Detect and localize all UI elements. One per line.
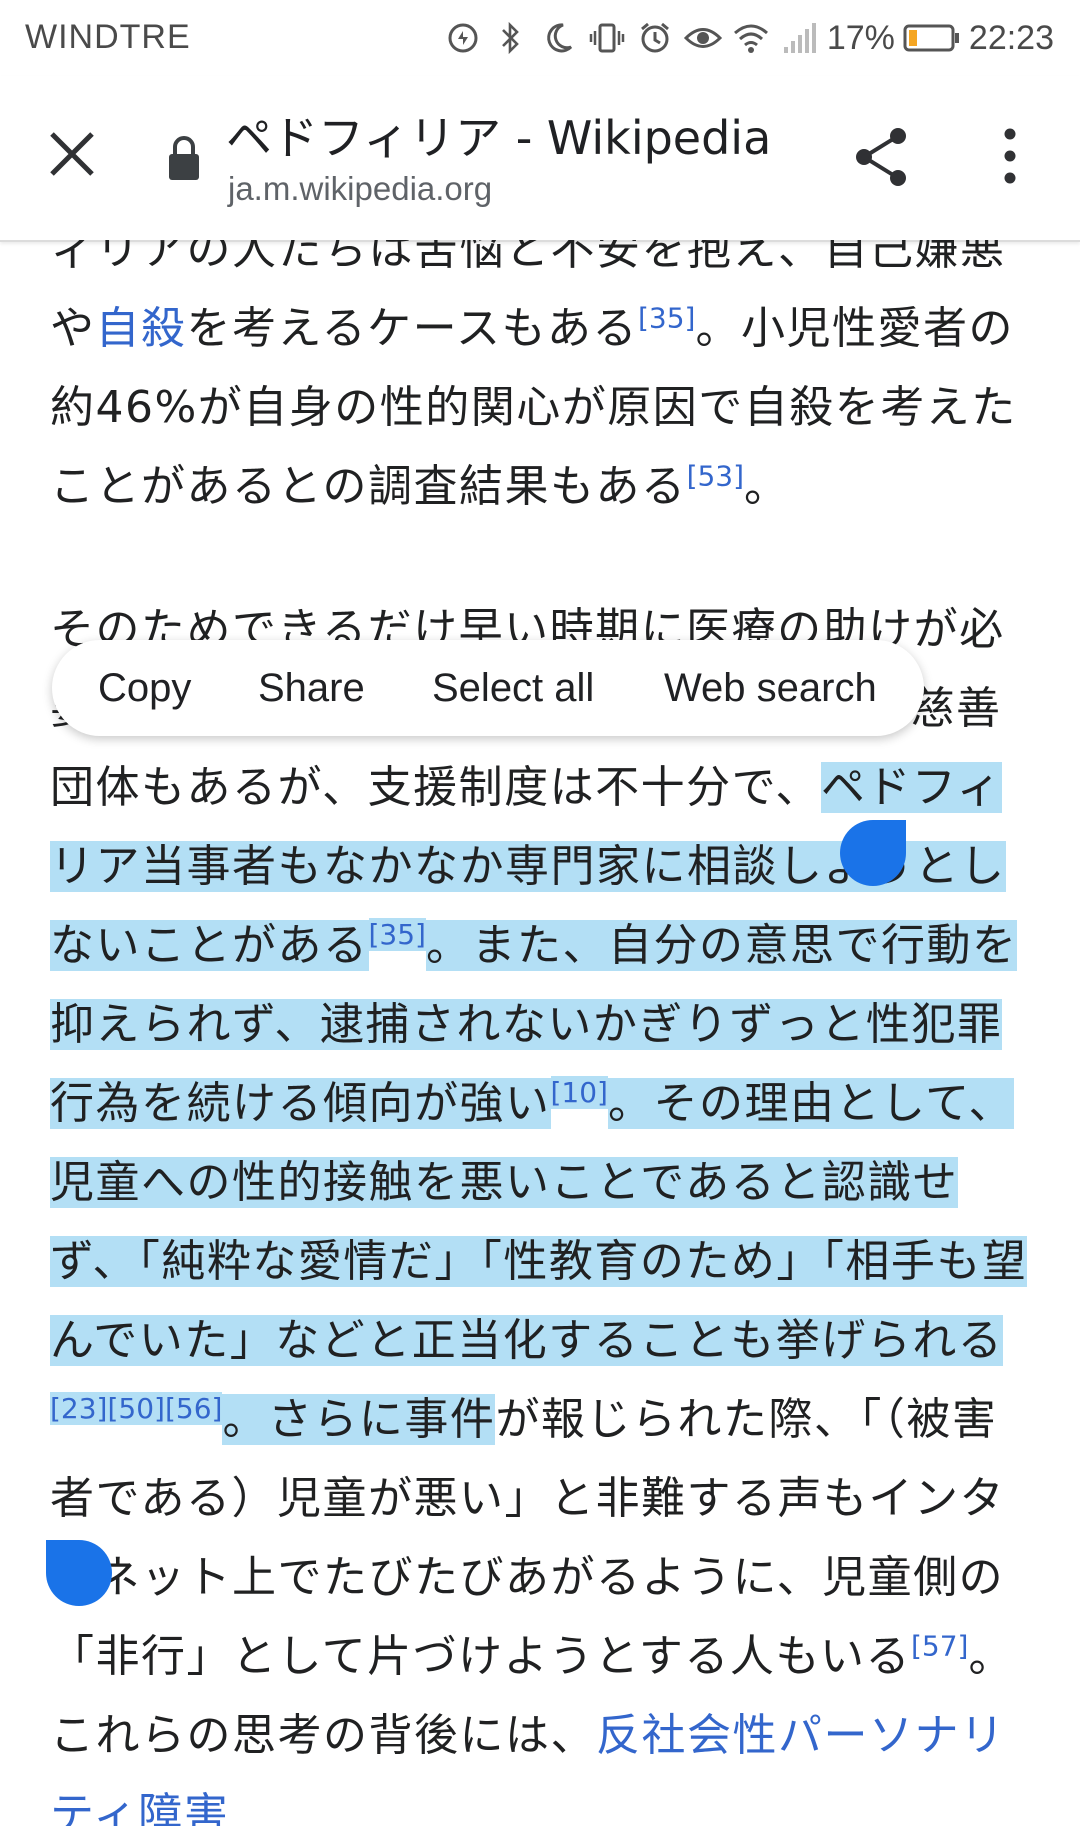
custom-tab-toolbar: ペドフィリア - Wikipedia ja.m.wikipedia.org xyxy=(0,76,1080,242)
more-vert-icon xyxy=(1004,128,1016,184)
web-search-menu-item[interactable]: Web search xyxy=(664,666,877,711)
citation-ref[interactable]: [23][50][56] xyxy=(50,1392,223,1426)
close-icon xyxy=(50,132,94,176)
clock: 22:23 xyxy=(968,18,1054,57)
paragraph: そのためできるだけ早い時期に医療の助けが必要とされ、アメリカでは支援を行っている… xyxy=(50,590,1040,1826)
carrier-name: WINDTRE xyxy=(25,18,191,56)
eye-icon xyxy=(683,18,723,58)
battery-icon xyxy=(903,18,961,58)
bluetooth-icon xyxy=(491,18,531,58)
signal-icon xyxy=(779,18,819,58)
more-options-button[interactable] xyxy=(996,126,1024,186)
select-all-menu-item[interactable]: Select all xyxy=(432,666,594,711)
copy-menu-item[interactable]: Copy xyxy=(98,666,191,711)
moon-icon xyxy=(539,18,579,58)
link-suicide[interactable]: 自殺 xyxy=(96,303,187,354)
selection-end-handle[interactable] xyxy=(46,1540,112,1606)
paragraph: ィリアの人たちは苦悩と不安を抱え、自己嫌悪や自殺を考えるケースもある[35]。小… xyxy=(50,240,1040,526)
wifi-icon xyxy=(731,18,771,58)
page-domain: ja.m.wikipedia.org xyxy=(228,170,493,207)
status-icons: 17% 22:23 xyxy=(443,14,1054,62)
citation-ref[interactable]: [57] xyxy=(911,1629,968,1662)
battery-percent: 17% xyxy=(826,18,895,57)
status-bar: WINDTRE 17% 22:23 xyxy=(0,0,1080,76)
citation-ref[interactable]: [53] xyxy=(687,459,744,492)
vibrate-icon xyxy=(587,18,627,58)
alarm-icon xyxy=(635,18,675,58)
paragraph-text: が報じられた際、「（被害者である）児童が悪い」と非難する声もインターネット上でた… xyxy=(50,1394,1006,1682)
share-button[interactable] xyxy=(854,126,910,188)
citation-ref[interactable]: [35] xyxy=(638,301,695,334)
citation-ref[interactable]: [35] xyxy=(368,918,426,952)
share-icon xyxy=(856,128,906,186)
selected-text: 。さらに事件 xyxy=(222,1394,496,1445)
paragraph-text: を考えるケースもある xyxy=(186,303,638,354)
article-body: ィリアの人たちは苦悩と不安を抱え、自己嫌悪や自殺を考えるケースもある[35]。小… xyxy=(0,240,1080,1826)
text-selection-menu: Copy Share Select all Web search xyxy=(52,640,924,736)
lock-icon[interactable] xyxy=(166,134,202,184)
close-button[interactable] xyxy=(44,126,100,182)
page-title: ペドフィリア - Wikipedia xyxy=(226,111,772,165)
citation-ref[interactable]: [10] xyxy=(550,1076,608,1110)
paragraph-text: 。 xyxy=(744,461,790,512)
selection-start-handle[interactable] xyxy=(840,820,906,886)
share-menu-item[interactable]: Share xyxy=(258,666,365,711)
data-saver-icon xyxy=(443,18,483,58)
